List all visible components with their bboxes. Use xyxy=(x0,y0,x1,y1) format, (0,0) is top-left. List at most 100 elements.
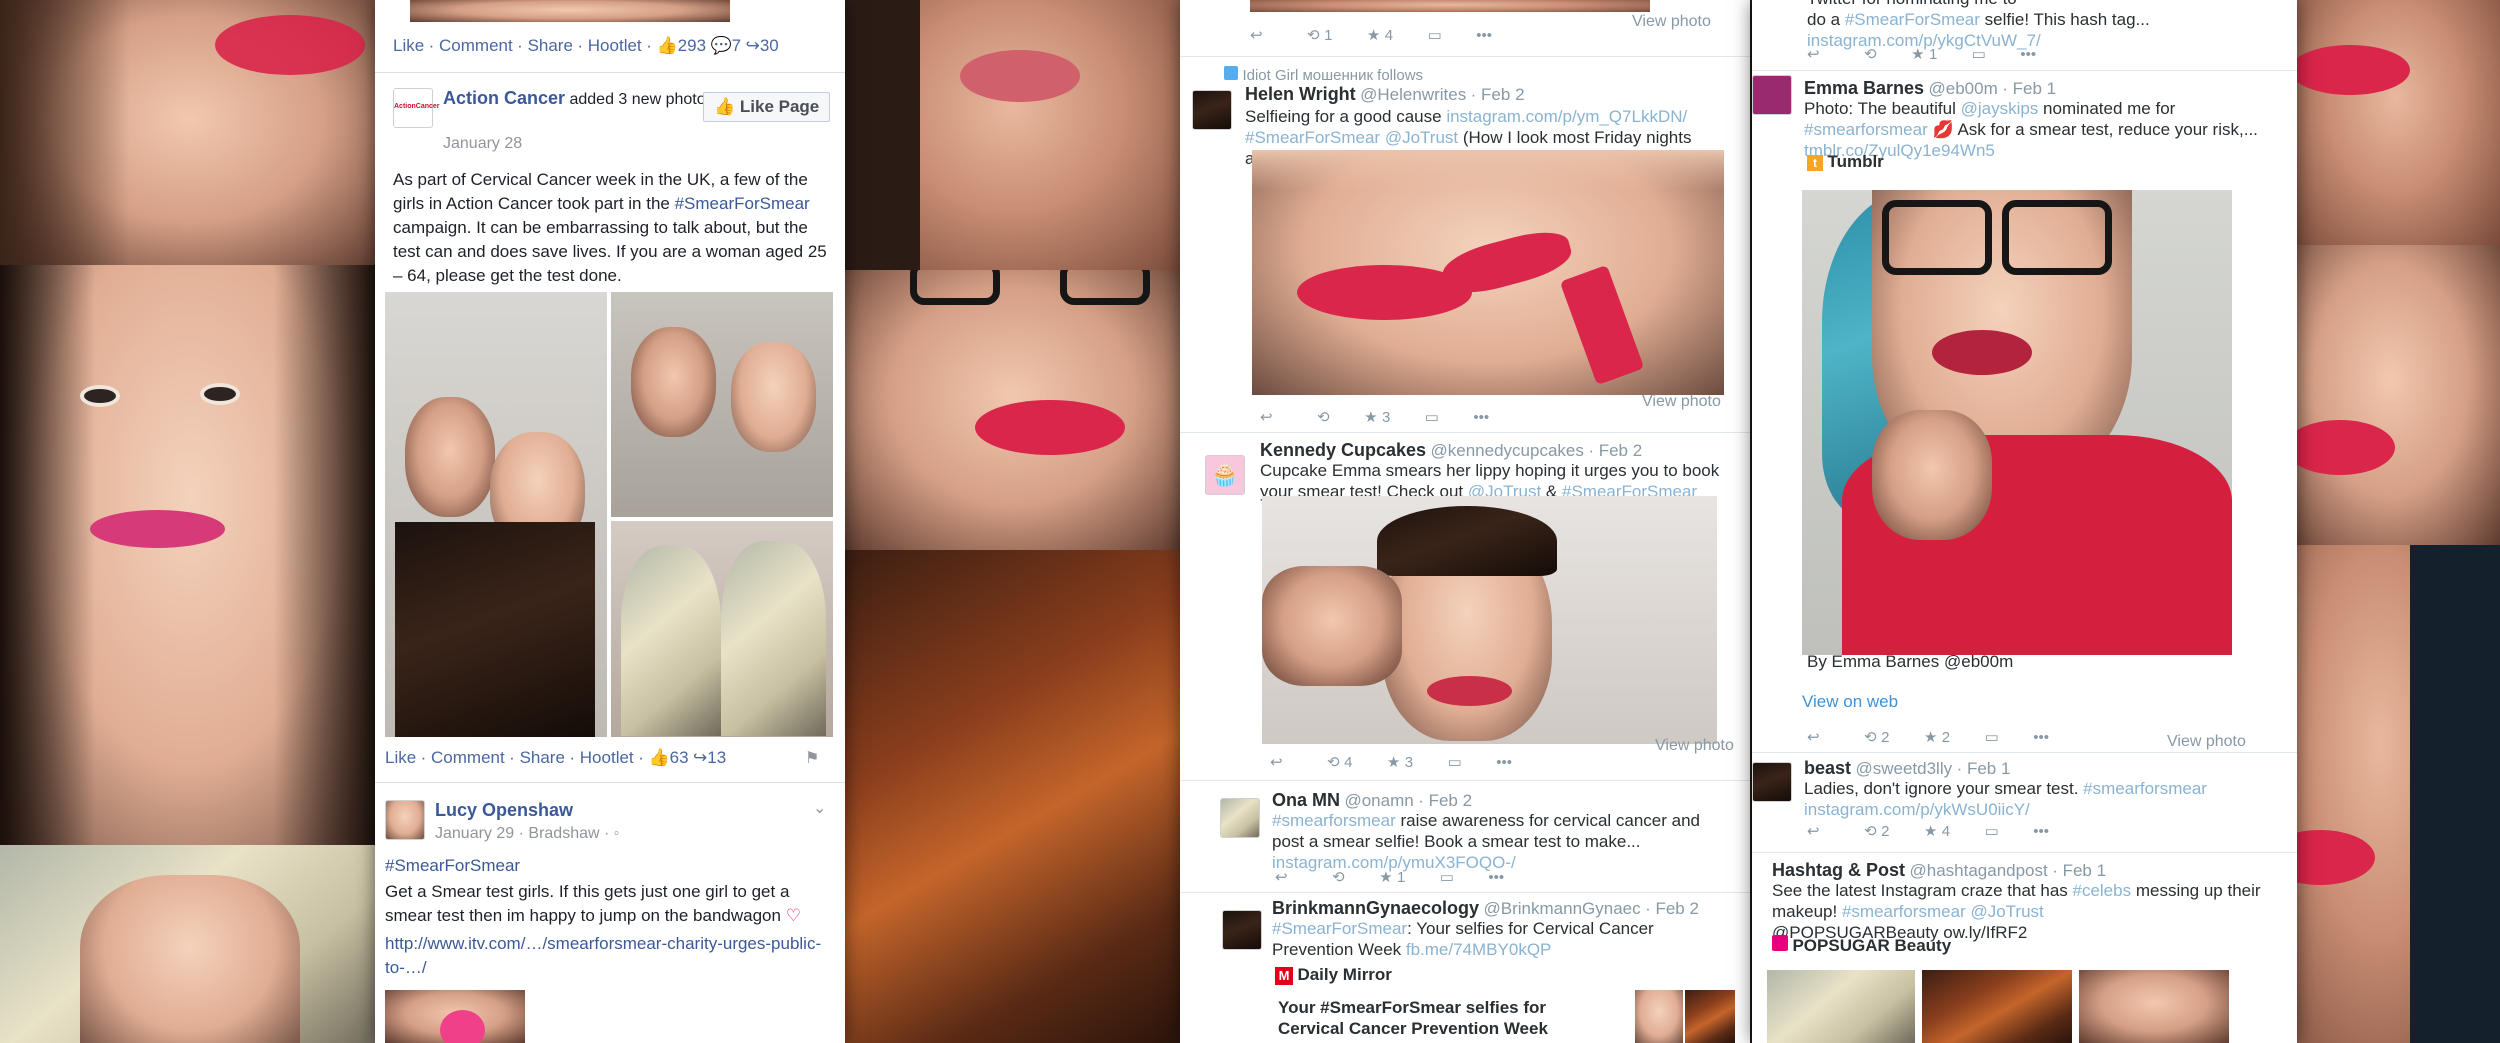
ellipsis-icon[interactable]: ••• xyxy=(2033,729,2049,746)
like-link[interactable]: Like xyxy=(393,36,424,55)
hashtag-link[interactable]: #SmearForSmear xyxy=(385,854,520,878)
hashtag-link[interactable]: #smearforsmear xyxy=(1804,120,1928,139)
card-thumbnail[interactable] xyxy=(1685,990,1735,1043)
favorite-icon[interactable]: ★ xyxy=(1924,729,1937,746)
tweet-photo-cupcake-emma[interactable] xyxy=(1262,496,1717,744)
card-source[interactable]: POPSUGAR Beauty xyxy=(1792,936,1951,955)
favorite-icon[interactable]: ★ xyxy=(1387,754,1400,771)
retweet-icon[interactable]: ⟲ xyxy=(1864,823,1877,840)
more-icon[interactable]: ▭ xyxy=(1425,409,1439,426)
like-link[interactable]: Like xyxy=(385,748,416,767)
tweet-author[interactable]: beast xyxy=(1804,758,1851,778)
tweet-author[interactable]: Ona MN xyxy=(1272,790,1340,810)
tweet-author[interactable]: Emma Barnes xyxy=(1804,78,1924,98)
favorite-icon[interactable]: ★ xyxy=(1911,46,1924,63)
view-on-web-link[interactable]: View on web xyxy=(1802,692,1898,712)
retweet-icon[interactable]: ⟲ xyxy=(1864,46,1877,63)
more-icon[interactable]: ▭ xyxy=(1985,823,1999,840)
tweet-date[interactable]: Feb 1 xyxy=(2013,79,2056,98)
view-photo-link[interactable]: View photo xyxy=(1642,393,1721,411)
retweet-icon[interactable]: ⟲ xyxy=(1864,729,1877,746)
retweet-icon[interactable]: ⟲ xyxy=(1327,754,1340,771)
tweet-author[interactable]: Kennedy Cupcakes xyxy=(1260,440,1426,460)
hashtag-link[interactable]: #smearforsmear xyxy=(2083,779,2207,798)
ellipsis-icon[interactable]: ••• xyxy=(1473,409,1489,426)
tweet-link[interactable]: fb.me/74MBY0kQP xyxy=(1406,940,1552,959)
tweet-handle[interactable]: @Helenwrites xyxy=(1360,85,1466,104)
tweet-date[interactable]: Feb 2 xyxy=(1655,899,1698,918)
tweet-handle[interactable]: @sweetd3lly xyxy=(1855,759,1952,778)
share-link[interactable]: Share xyxy=(528,36,573,55)
comment-link[interactable]: Comment xyxy=(431,748,505,767)
hashtag-link[interactable]: #SmearForSmear xyxy=(1845,10,1980,29)
view-photo-link[interactable]: View photo xyxy=(1655,737,1734,755)
reply-icon[interactable]: ↩ xyxy=(1807,46,1820,63)
tweet-date[interactable]: Feb 2 xyxy=(1429,791,1472,810)
reply-icon[interactable]: ↩ xyxy=(1250,27,1263,44)
card-headline[interactable]: Your #SmearForSmear selfies for Cervical… xyxy=(1278,997,1613,1039)
avatar[interactable] xyxy=(1220,798,1260,838)
hootlet-link[interactable]: Hootlet xyxy=(588,36,642,55)
tweet-date[interactable]: Feb 2 xyxy=(1481,85,1524,104)
more-icon[interactable]: ▭ xyxy=(1972,46,1986,63)
avatar[interactable] xyxy=(1752,762,1792,802)
avatar[interactable] xyxy=(1752,75,1792,115)
tweet-author[interactable]: BrinkmannGynaecology xyxy=(1272,898,1479,918)
more-icon[interactable]: ▭ xyxy=(1428,27,1442,44)
tweet-date[interactable]: Feb 1 xyxy=(1967,759,2010,778)
post-link[interactable]: http://www.itv.com/…/smearforsmear-chari… xyxy=(385,932,825,980)
card-thumbnail[interactable] xyxy=(1635,990,1683,1043)
avatar[interactable] xyxy=(1192,90,1232,130)
chevron-down-icon[interactable]: ⌄ xyxy=(813,798,826,818)
hashtag-link[interactable]: #SmearForSmear xyxy=(1272,919,1407,938)
tweet-photo-lipstick[interactable] xyxy=(1252,150,1724,395)
favorite-icon[interactable]: ★ xyxy=(1364,409,1377,426)
avatar[interactable] xyxy=(1222,910,1262,950)
tweet-handle[interactable]: @hashtagandpost xyxy=(1909,861,2047,880)
more-icon[interactable]: ▭ xyxy=(1440,869,1454,886)
card-thumbnail[interactable] xyxy=(1767,970,1915,1043)
post-author[interactable]: Action Cancer xyxy=(443,88,565,108)
mention-link[interactable]: @jayskips xyxy=(1961,99,2039,118)
avatar[interactable]: 🧁 xyxy=(1205,455,1245,495)
avatar[interactable]: ActionCancer xyxy=(393,88,440,128)
reply-icon[interactable]: ↩ xyxy=(1807,729,1820,746)
tweet-link[interactable]: instagram.com/p/ykWsU0iicY/ xyxy=(1804,800,2030,819)
reply-icon[interactable]: ↩ xyxy=(1270,754,1283,771)
tweet-handle[interactable]: @BrinkmannGynaec xyxy=(1484,899,1641,918)
more-icon[interactable]: ▭ xyxy=(1448,754,1462,771)
tweet-link[interactable]: instagram.com/p/ym_Q7LkkDN/ xyxy=(1446,107,1687,126)
favorite-icon[interactable]: ★ xyxy=(1924,823,1937,840)
mention-link[interactable]: @JoTrust xyxy=(1970,902,2043,921)
share-link[interactable]: Share xyxy=(520,748,565,767)
ellipsis-icon[interactable]: ••• xyxy=(2020,46,2036,63)
link-preview-image[interactable] xyxy=(385,990,525,1043)
post-date[interactable]: January 28 xyxy=(443,135,522,153)
hashtag-link[interactable]: #smearforsmear xyxy=(1842,902,1966,921)
reply-icon[interactable]: ↩ xyxy=(1260,409,1273,426)
post-photo-pair[interactable] xyxy=(611,292,833,517)
favorite-icon[interactable]: ★ xyxy=(1379,869,1392,886)
retweet-icon[interactable]: ⟲ xyxy=(1307,27,1320,44)
tweet-date[interactable]: Feb 1 xyxy=(2063,861,2106,880)
favorite-icon[interactable]: ★ xyxy=(1367,27,1380,44)
ellipsis-icon[interactable]: ••• xyxy=(2033,823,2049,840)
post-location[interactable]: Bradshaw xyxy=(528,825,599,842)
retweet-icon[interactable]: ⟲ xyxy=(1332,869,1345,886)
ellipsis-icon[interactable]: ••• xyxy=(1488,869,1504,886)
tweet-handle[interactable]: @onamn xyxy=(1344,791,1413,810)
like-page-button[interactable]: 👍 Like Page xyxy=(703,92,831,122)
more-icon[interactable]: ▭ xyxy=(1985,729,1999,746)
hashtag-link[interactable]: #SmearForSmear @JoTrust xyxy=(1245,128,1458,147)
card-thumbnail[interactable] xyxy=(2079,970,2229,1043)
retweet-icon[interactable]: ⟲ xyxy=(1317,409,1330,426)
card-source[interactable]: Daily Mirror xyxy=(1297,965,1391,984)
avatar[interactable] xyxy=(385,800,425,840)
hashtag-link[interactable]: #smearforsmear xyxy=(1272,811,1396,830)
reply-icon[interactable]: ↩ xyxy=(1275,869,1288,886)
tweet-author[interactable]: Hashtag & Post xyxy=(1772,860,1905,880)
tweet-photo-blue-hair[interactable] xyxy=(1802,190,2232,655)
ellipsis-icon[interactable]: ••• xyxy=(1496,754,1512,771)
card-source[interactable]: Tumblr xyxy=(1827,152,1883,171)
tweet-handle[interactable]: @kennedycupcakes xyxy=(1431,441,1584,460)
